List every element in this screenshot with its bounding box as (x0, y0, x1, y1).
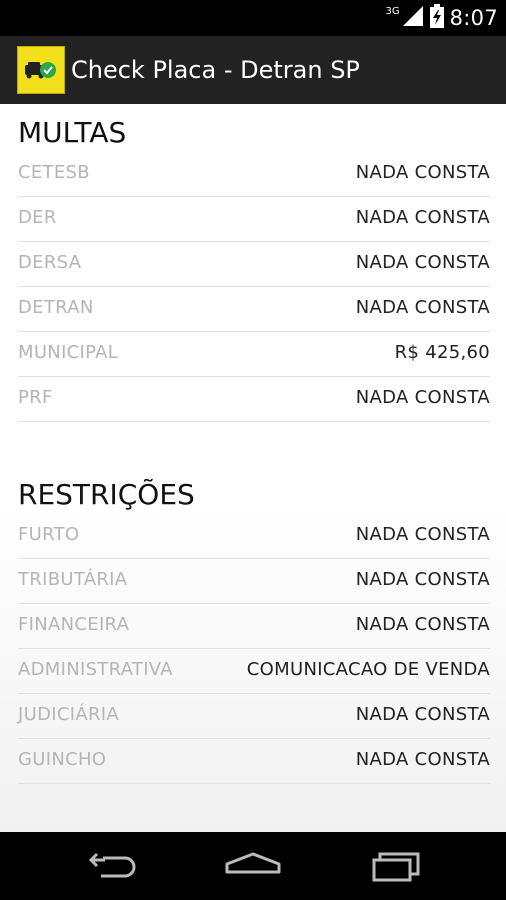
restricoes-row: FURTO NADA CONSTA (18, 514, 490, 559)
row-label: FURTO (18, 524, 80, 545)
home-icon[interactable] (223, 846, 283, 886)
car-check-icon[interactable] (17, 46, 65, 94)
multas-row: DETRAN NADA CONSTA (18, 287, 490, 332)
restricoes-row: GUINCHO NADA CONSTA (18, 739, 490, 784)
row-value: NADA CONSTA (355, 569, 490, 590)
row-label: GUINCHO (18, 749, 107, 770)
multas-row: PRF NADA CONSTA (18, 377, 490, 422)
row-value: NADA CONSTA (355, 387, 490, 408)
row-label: FINANCEIRA (18, 614, 130, 635)
recents-icon[interactable] (366, 846, 426, 886)
status-icons: 3G 8:07 (386, 0, 498, 36)
row-value: R$ 425,60 (394, 342, 490, 363)
navigation-bar (0, 832, 506, 900)
multas-row: DERSA NADA CONSTA (18, 242, 490, 287)
row-label: DERSA (18, 252, 82, 273)
row-value: NADA CONSTA (355, 252, 490, 273)
row-label: TRIBUTÁRIA (18, 569, 128, 590)
row-label: JUDICIÁRIA (18, 704, 119, 725)
row-label: DER (18, 207, 57, 228)
row-label: DETRAN (18, 297, 94, 318)
battery-icon (429, 4, 444, 32)
content-area: MULTAS CETESB NADA CONSTA DER NADA CONST… (0, 104, 506, 832)
multas-row: CETESB NADA CONSTA (18, 152, 490, 197)
multas-row: MUNICIPAL R$ 425,60 (18, 332, 490, 377)
row-value: NADA CONSTA (355, 749, 490, 770)
status-bar: 3G 8:07 (0, 0, 506, 36)
row-label: PRF (18, 387, 53, 408)
restricoes-section-title: RESTRIÇÕES (18, 478, 195, 511)
row-value: NADA CONSTA (355, 704, 490, 725)
multas-row: DER NADA CONSTA (18, 197, 490, 242)
restricoes-row: TRIBUTÁRIA NADA CONSTA (18, 559, 490, 604)
app-title: Check Placa - Detran SP (71, 56, 360, 84)
restricoes-row: JUDICIÁRIA NADA CONSTA (18, 694, 490, 739)
network-type-label: 3G (385, 5, 400, 17)
row-label: CETESB (18, 162, 90, 183)
row-value: COMUNICACAO DE VENDA (246, 659, 490, 680)
row-label: ADMINISTRATIVA (18, 659, 173, 680)
app-bar: Check Placa - Detran SP (0, 36, 506, 104)
restricoes-row: FINANCEIRA NADA CONSTA (18, 604, 490, 649)
row-value: NADA CONSTA (355, 297, 490, 318)
multas-section-title: MULTAS (18, 116, 127, 149)
row-label: MUNICIPAL (18, 342, 119, 363)
row-value: NADA CONSTA (355, 614, 490, 635)
restricoes-row: ADMINISTRATIVA COMUNICACAO DE VENDA (18, 649, 490, 694)
signal-icon (402, 5, 424, 31)
clock: 8:07 (449, 6, 498, 30)
row-value: NADA CONSTA (355, 162, 490, 183)
row-value: NADA CONSTA (355, 207, 490, 228)
back-icon[interactable] (83, 846, 143, 886)
row-value: NADA CONSTA (355, 524, 490, 545)
